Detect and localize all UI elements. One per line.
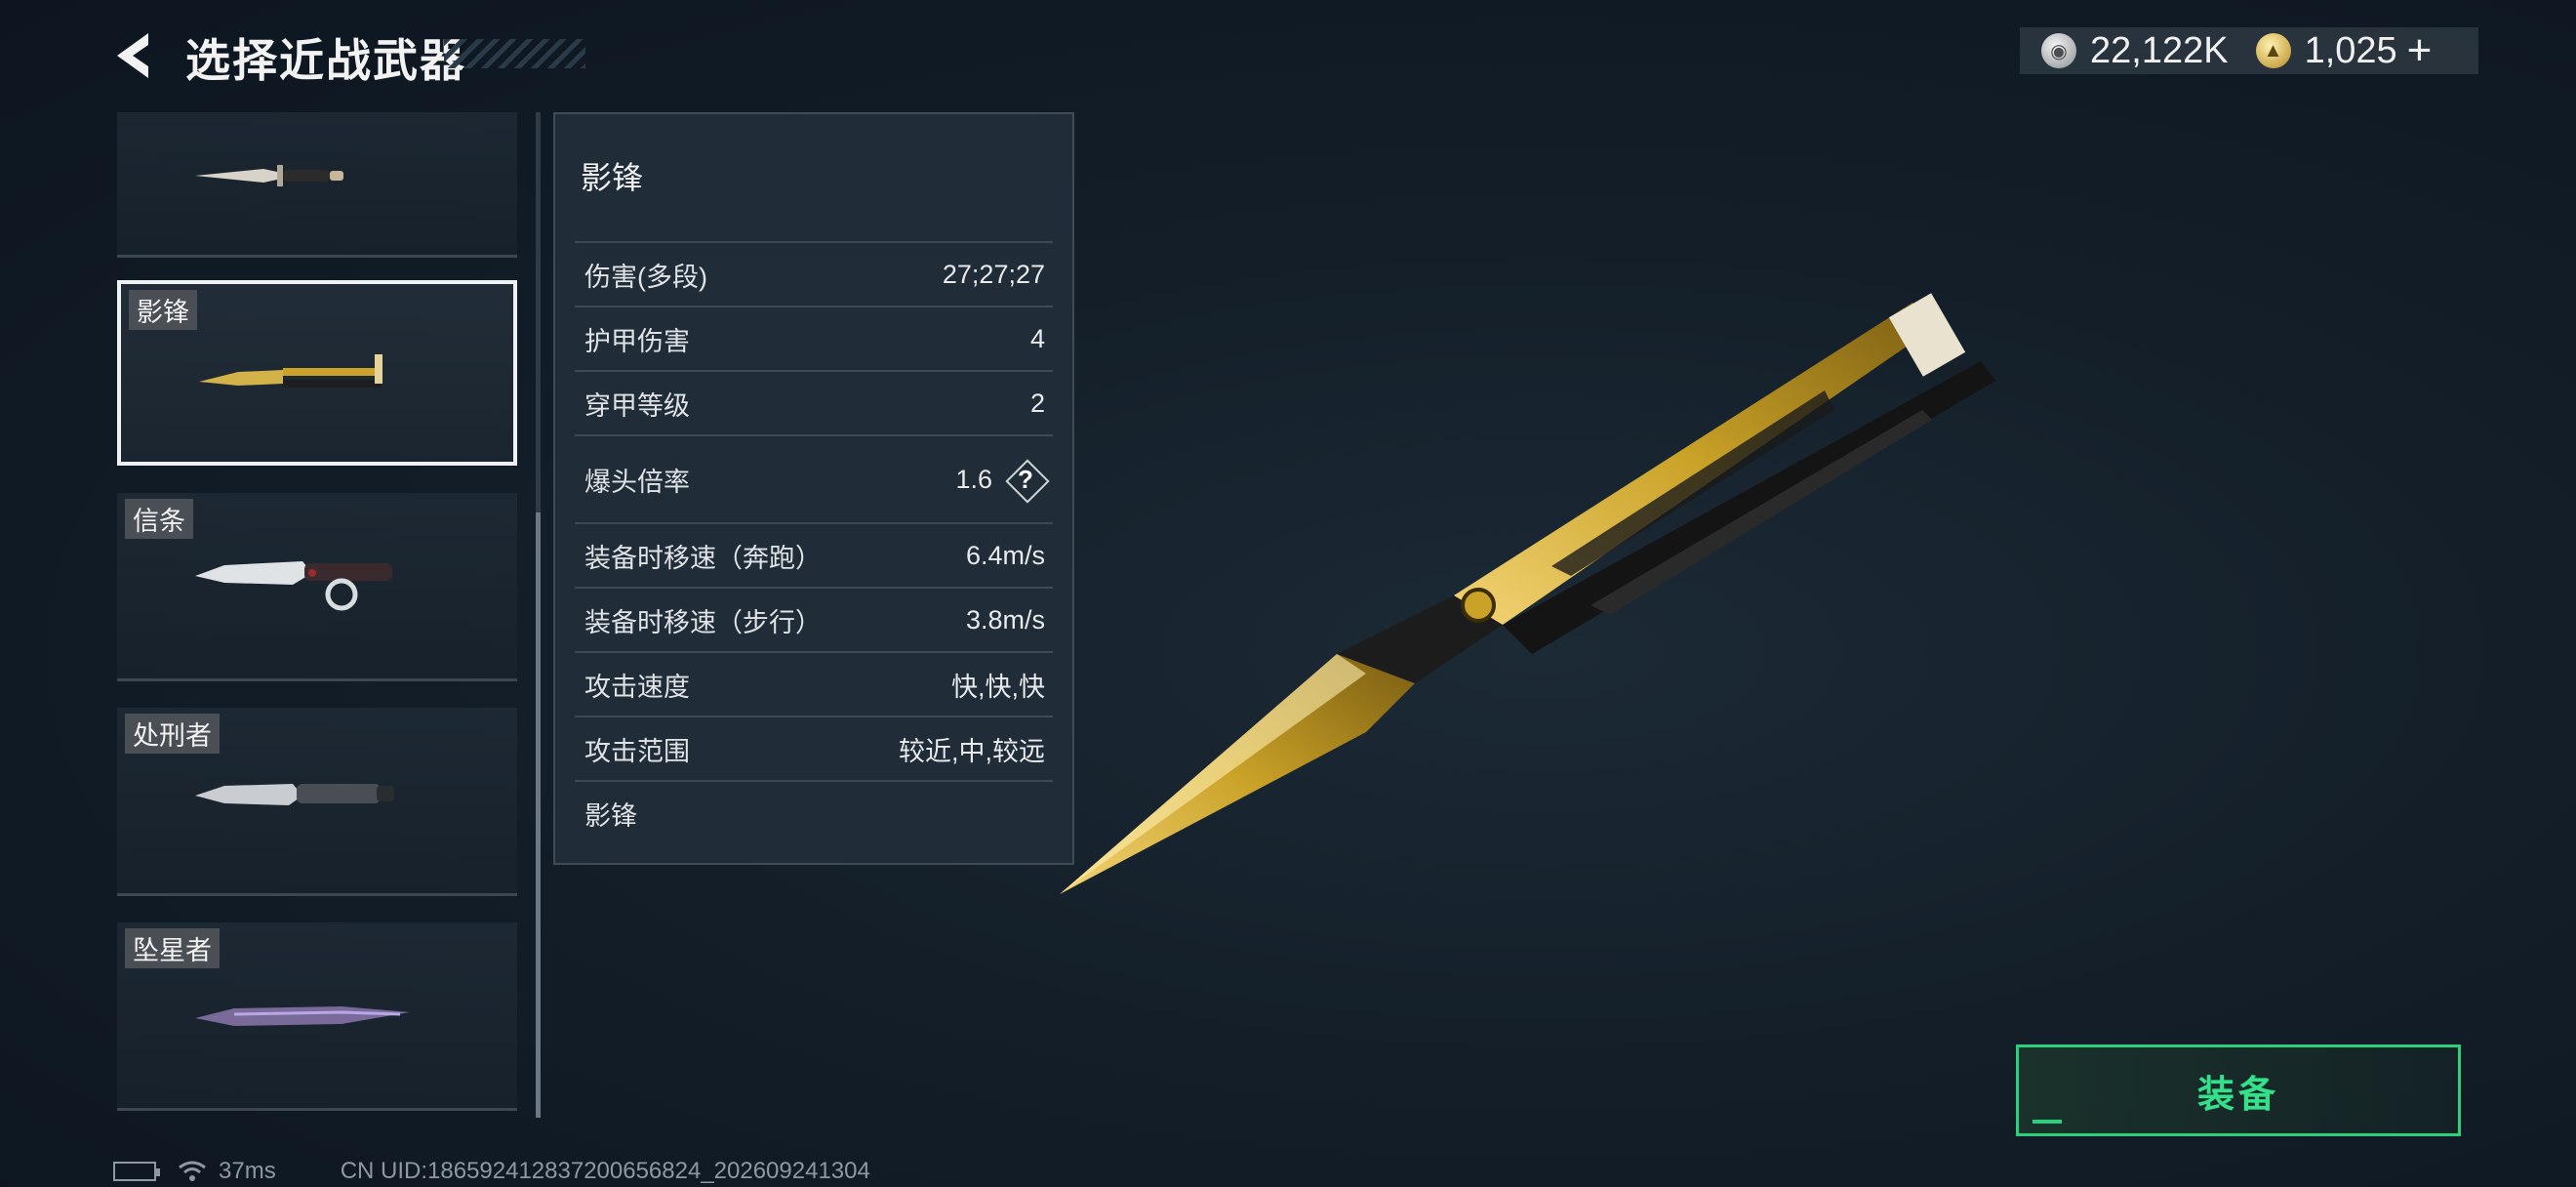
stat-value: 快,快,快	[950, 672, 1045, 702]
stat-row: 穿甲等级 2	[575, 370, 1053, 434]
title-decoration	[444, 39, 585, 68]
weapon-name: 影锋	[581, 160, 644, 195]
ping-value: 37ms	[219, 1158, 276, 1184]
silver-coin-icon: ◉	[2041, 33, 2076, 68]
currency-bar: ◉ 22,122K ▲ 1,025 +	[2020, 26, 2478, 75]
user-uid: CN UID:18659241283720065682​4_2026092413…	[340, 1158, 870, 1184]
add-currency-button[interactable]: +	[2407, 26, 2433, 75]
weapon-card[interactable]: 信条	[117, 493, 517, 681]
stat-value: 27;27;27	[942, 259, 1045, 289]
equip-button[interactable]: 装备	[2016, 1044, 2461, 1136]
stat-label: 护甲伤害	[584, 326, 690, 356]
silver-currency-value: 22,122K	[2090, 29, 2229, 71]
combat-knife-icon	[195, 165, 343, 186]
list-scrollbar-thumb[interactable]	[536, 512, 541, 1118]
page-title: 选择近战武器	[185, 35, 466, 86]
equip-button-label: 装备	[2196, 1074, 2279, 1116]
gold-coin-icon: ▲	[2255, 33, 2291, 68]
stat-value: 4	[1029, 323, 1045, 353]
equip-button-mark	[2033, 1120, 2062, 1124]
back-arrow-icon[interactable]	[109, 29, 162, 82]
weapon-list[interactable]: 影锋 信条 处刑者 坠星者	[117, 112, 517, 1118]
purple-blade-icon	[195, 1006, 410, 1026]
stat-footer-row: 影锋	[575, 780, 1053, 844]
stat-value-with-help: 1.6 ?	[955, 460, 1045, 499]
stat-row: 攻击范围 较近,中,较远	[575, 716, 1053, 780]
weapon-card[interactable]: 坠星者	[117, 922, 517, 1111]
stats-list: 伤害(多段) 27;27;27 护甲伤害 4 穿甲等级 2 爆头倍率 1.6 ?…	[575, 241, 1053, 844]
stat-value: 6.4m/s	[965, 540, 1045, 570]
stat-label: 穿甲等级	[584, 390, 690, 421]
stat-row: 爆头倍率 1.6 ?	[575, 434, 1053, 522]
stat-row: 装备时移速（步行） 3.8m/s	[575, 587, 1053, 651]
butterfly-knife-icon	[199, 354, 382, 388]
weapon-card-label: 信条	[125, 499, 193, 539]
battery-icon	[113, 1162, 160, 1181]
weapon-description: 影锋	[584, 800, 637, 831]
wifi-icon	[179, 1161, 206, 1181]
stat-row: 护甲伤害 4	[575, 306, 1053, 370]
weapon-card-selected[interactable]: 影锋	[117, 280, 517, 466]
weapon-card[interactable]	[117, 112, 517, 258]
weapon-stats-panel: 影锋 伤害(多段) 27;27;27 护甲伤害 4 穿甲等级 2 爆头倍率 1.…	[553, 112, 1074, 865]
help-icon[interactable]: ?	[1006, 460, 1045, 499]
help-icon-glyph: ?	[1018, 464, 1033, 494]
stat-value: 3.8m/s	[965, 604, 1045, 634]
status-bar: 37ms CN UID:18659241283720065682​4_20260…	[113, 1157, 870, 1186]
stat-value: 2	[1029, 388, 1045, 418]
stat-row: 攻击速度 快,快,快	[575, 651, 1053, 716]
stat-label: 攻击范围	[584, 736, 690, 766]
stat-value: 较近,中,较远	[898, 736, 1045, 766]
gold-currency-value: 1,025	[2304, 29, 2397, 71]
serrated-knife-icon	[195, 561, 392, 611]
stat-value: 1.6	[955, 464, 992, 494]
stat-label: 伤害(多段)	[584, 262, 707, 292]
weapon-card[interactable]: 处刑者	[117, 708, 517, 896]
butterfly-knife-preview[interactable]	[1044, 273, 2020, 918]
stat-label: 攻击速度	[584, 672, 690, 702]
stat-label: 装备时移速（步行）	[584, 607, 822, 637]
stat-row: 伤害(多段) 27;27;27	[575, 241, 1053, 306]
stat-label: 装备时移速（奔跑）	[584, 543, 822, 573]
stat-label: 爆头倍率	[584, 467, 690, 497]
weapon-card-label: 影锋	[129, 290, 197, 330]
tactical-knife-icon	[195, 784, 394, 805]
stat-row: 装备时移速（奔跑） 6.4m/s	[575, 522, 1053, 587]
